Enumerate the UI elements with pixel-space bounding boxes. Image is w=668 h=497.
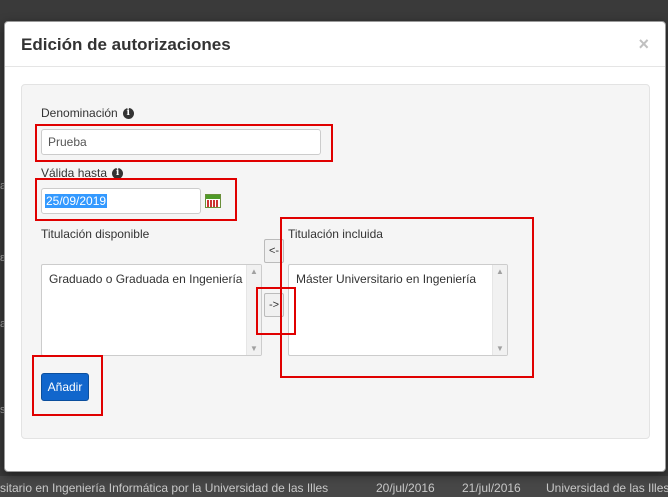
scroll-down-arrow-icon[interactable]: ▼: [496, 344, 504, 353]
info-icon[interactable]: i: [122, 107, 134, 119]
scroll-up-arrow-icon[interactable]: ▲: [250, 267, 258, 276]
titulacion-disponible-label: Titulación disponible: [41, 227, 150, 241]
form-panel: Denominación i Prueba Válida hasta i 25/…: [21, 84, 650, 439]
valida-hasta-label-row: Válida hasta i: [41, 166, 124, 180]
titulacion-incluida-list[interactable]: Máster Universitario en Ingeniería ▲ ▼: [288, 264, 508, 356]
background-cell-date-start: 20/jul/2016: [376, 481, 435, 495]
dialog-header: Edición de autorizaciones ×: [5, 22, 665, 67]
titulacion-incluida-label: Titulación incluida: [288, 227, 383, 241]
scroll-up-arrow-icon[interactable]: ▲: [496, 267, 504, 276]
titulacion-disponible-list[interactable]: Graduado o Graduada en Ingeniería ▲ ▼: [41, 264, 262, 356]
background-table-row: sitario en Ingeniería Informática por la…: [0, 476, 668, 497]
edit-authorizations-dialog: Edición de autorizaciones × Denominación…: [4, 21, 666, 472]
valida-hasta-label: Válida hasta: [41, 166, 108, 180]
denominacion-label-row: Denominación i: [41, 106, 134, 120]
dialog-title: Edición de autorizaciones: [21, 35, 231, 54]
denominacion-label: Denominación: [41, 106, 118, 120]
scrollbar[interactable]: ▲ ▼: [246, 265, 261, 355]
valida-hasta-date-input[interactable]: 25/09/2019: [41, 188, 201, 214]
add-button[interactable]: Añadir: [41, 373, 89, 401]
info-icon[interactable]: i: [112, 167, 124, 179]
denominacion-input[interactable]: Prueba: [41, 129, 321, 155]
valida-hasta-value: 25/09/2019: [45, 194, 108, 208]
background-cell-universidad: Universidad de las Illes: [546, 481, 668, 495]
scroll-down-arrow-icon[interactable]: ▼: [250, 344, 258, 353]
list-item[interactable]: Graduado o Graduada en Ingeniería: [49, 272, 242, 286]
background-cell-titulacion: sitario en Ingeniería Informática por la…: [0, 481, 329, 495]
scrollbar[interactable]: ▲ ▼: [492, 265, 507, 355]
move-right-button[interactable]: ->: [264, 293, 284, 317]
close-icon[interactable]: ×: [638, 34, 649, 55]
background-cell-date-end: 21/jul/2016: [462, 481, 521, 495]
denominacion-value: Prueba: [48, 135, 87, 149]
move-left-button[interactable]: <-: [264, 239, 284, 263]
list-item[interactable]: Máster Universitario en Ingeniería: [296, 272, 476, 286]
calendar-icon[interactable]: [205, 194, 221, 208]
